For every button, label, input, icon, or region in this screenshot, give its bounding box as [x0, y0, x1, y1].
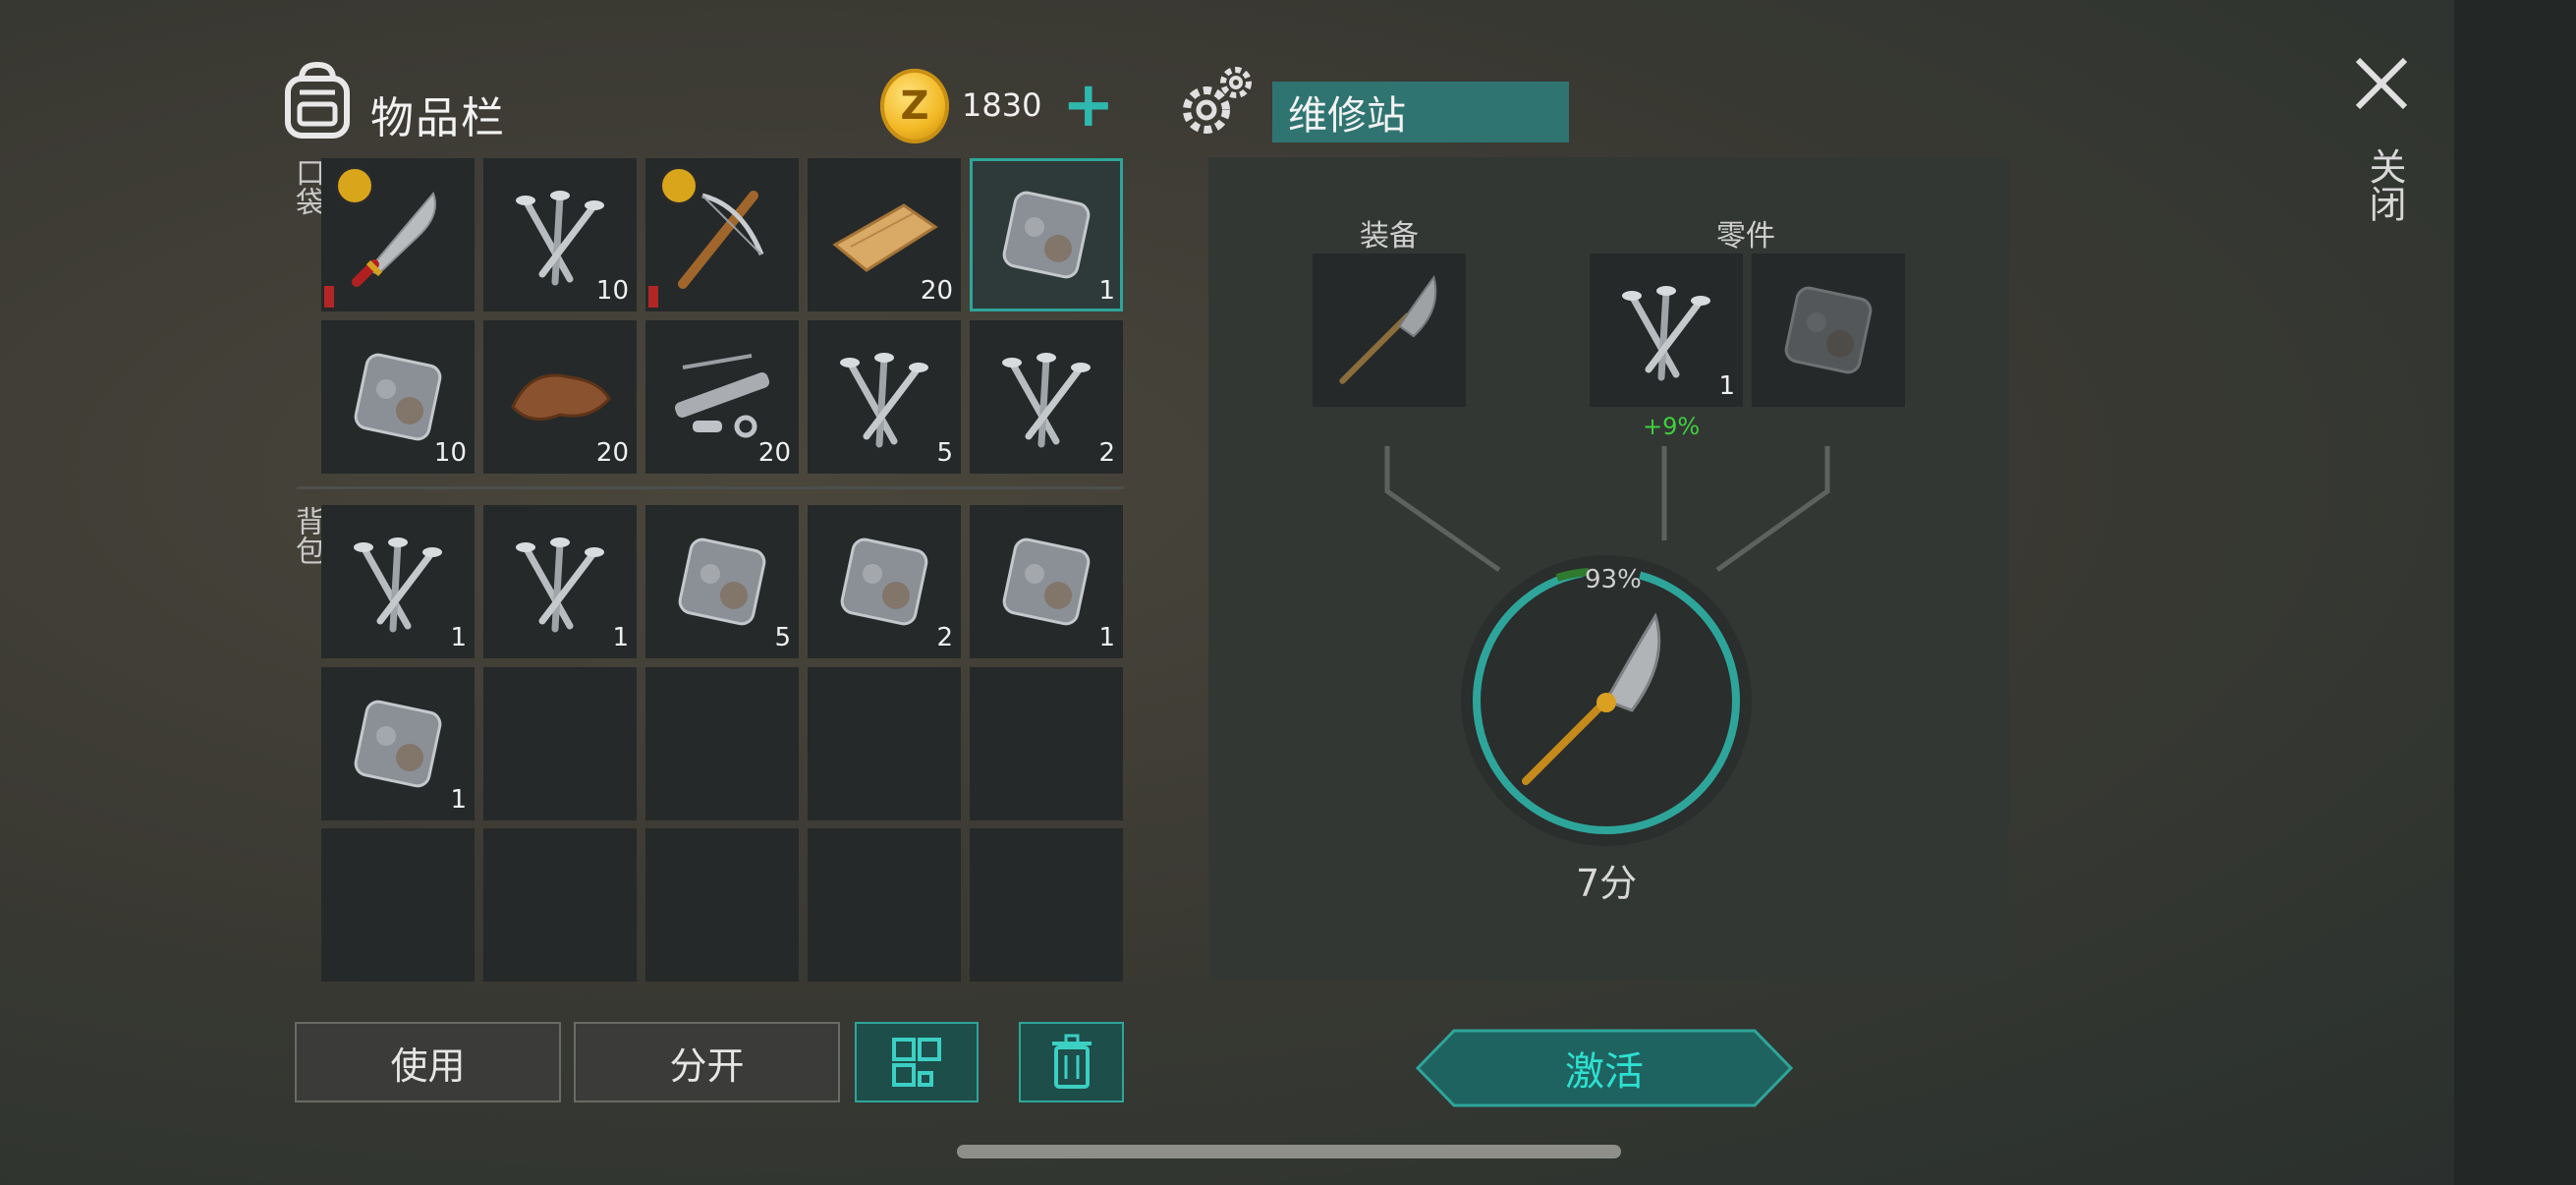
pocket-slot-6[interactable]: 10 — [321, 320, 475, 474]
part-count: 1 — [1718, 371, 1735, 401]
add-coins-button[interactable]: + — [1062, 74, 1115, 137]
activate-button[interactable]: 激活 — [1415, 1028, 1794, 1108]
metal-plate-icon — [352, 698, 444, 790]
nails-icon — [987, 338, 1105, 456]
item-count: 20 — [595, 438, 629, 468]
backpack-slot-7[interactable] — [483, 667, 637, 820]
nails-icon — [825, 338, 943, 456]
item-count: 20 — [920, 276, 953, 306]
item-count: 5 — [936, 438, 953, 468]
backpack-slot-14[interactable] — [808, 828, 961, 982]
gears-icon — [1183, 67, 1252, 134]
grid-sort-icon — [892, 1038, 941, 1087]
close-label[interactable]: 关闭 — [2358, 147, 2412, 222]
durability-percent: 93% — [1585, 565, 1642, 594]
pocket-slot-3[interactable] — [645, 158, 799, 311]
metal-plate-icon — [838, 536, 930, 628]
parts-label: 零件 — [1716, 219, 1775, 254]
part-bonus: +9% — [1643, 413, 1701, 440]
backpack-slot-11[interactable] — [321, 828, 475, 982]
item-count: 1 — [1098, 623, 1115, 652]
backpack-slot-3[interactable]: 5 — [645, 505, 799, 658]
item-count: 1 — [450, 785, 467, 815]
item-count: 2 — [1098, 438, 1115, 468]
split-button[interactable]: 分开 — [574, 1022, 840, 1102]
parts-slot-2[interactable] — [1752, 254, 1905, 407]
glaive-icon — [1339, 274, 1437, 384]
backpack-slot-2[interactable]: 1 — [483, 505, 637, 658]
backpack-slot-9[interactable] — [808, 667, 961, 820]
use-button[interactable]: 使用 — [295, 1022, 561, 1102]
section-divider — [297, 486, 1124, 489]
pocket-slot-5-selected[interactable]: 1 — [970, 158, 1123, 311]
home-indicator-bar — [957, 1145, 1621, 1158]
pocket-slot-7[interactable]: 20 — [483, 320, 637, 474]
metal-plate-icon — [1782, 284, 1875, 376]
repair-time: 7分 — [1576, 862, 1638, 905]
metal-plate-icon — [1000, 536, 1092, 628]
durability-ring — [1461, 555, 1752, 846]
machete-icon — [352, 192, 436, 287]
coin-count: 1830 — [962, 86, 1042, 124]
pocket-slot-2[interactable]: 10 — [483, 158, 637, 311]
nails-icon — [1607, 271, 1725, 389]
item-count: 10 — [433, 438, 467, 468]
pocket-slot-8[interactable]: 20 — [645, 320, 799, 474]
coin-icon: Z — [880, 69, 949, 143]
sort-button[interactable] — [855, 1022, 979, 1102]
backpack-slot-10[interactable] — [970, 667, 1123, 820]
item-count: 5 — [774, 623, 791, 652]
right-edge-strip — [2454, 0, 2576, 1185]
backpack-slot-15[interactable] — [970, 828, 1123, 982]
activate-label: 激活 — [1565, 1049, 1644, 1095]
equipment-label: 装备 — [1360, 219, 1419, 254]
pocket-slot-10[interactable]: 2 — [970, 320, 1123, 474]
backpack-slot-12[interactable] — [483, 828, 637, 982]
backpack-icon — [285, 61, 350, 139]
item-count: 10 — [595, 276, 629, 306]
inventory-title: 物品栏 — [370, 93, 506, 143]
backpack-slot-6[interactable]: 1 — [321, 667, 475, 820]
crossbow-icon — [678, 191, 764, 289]
backpack-slot-1[interactable]: 1 — [321, 505, 475, 658]
item-count: 1 — [612, 623, 629, 652]
parts-slot-1[interactable]: 1 — [1590, 254, 1743, 407]
backpack-slot-8[interactable] — [645, 667, 799, 820]
item-count: 2 — [936, 623, 953, 652]
close-icon[interactable] — [2352, 54, 2411, 113]
backpack-slot-4[interactable]: 2 — [808, 505, 961, 658]
durability-low-marker — [324, 286, 334, 308]
trash-icon — [1051, 1034, 1092, 1089]
item-count: 1 — [450, 623, 467, 652]
equipment-slot[interactable] — [1313, 254, 1466, 407]
pocket-slot-9[interactable]: 5 — [808, 320, 961, 474]
repair-station-title: 维修站 — [1272, 82, 1569, 142]
metal-plate-icon — [676, 536, 768, 628]
item-count: 1 — [1098, 276, 1115, 306]
nails-icon — [501, 523, 619, 641]
metal-plate-icon — [1000, 189, 1092, 281]
delete-button[interactable] — [1019, 1022, 1124, 1102]
backpack-slot-5[interactable]: 1 — [970, 505, 1123, 658]
nails-icon — [339, 523, 457, 641]
backpack-slot-13[interactable] — [645, 828, 799, 982]
pocket-slot-4[interactable]: 20 — [808, 158, 961, 311]
pocket-slot-1[interactable] — [321, 158, 475, 311]
item-count: 20 — [757, 438, 791, 468]
durability-low-marker — [648, 286, 658, 308]
